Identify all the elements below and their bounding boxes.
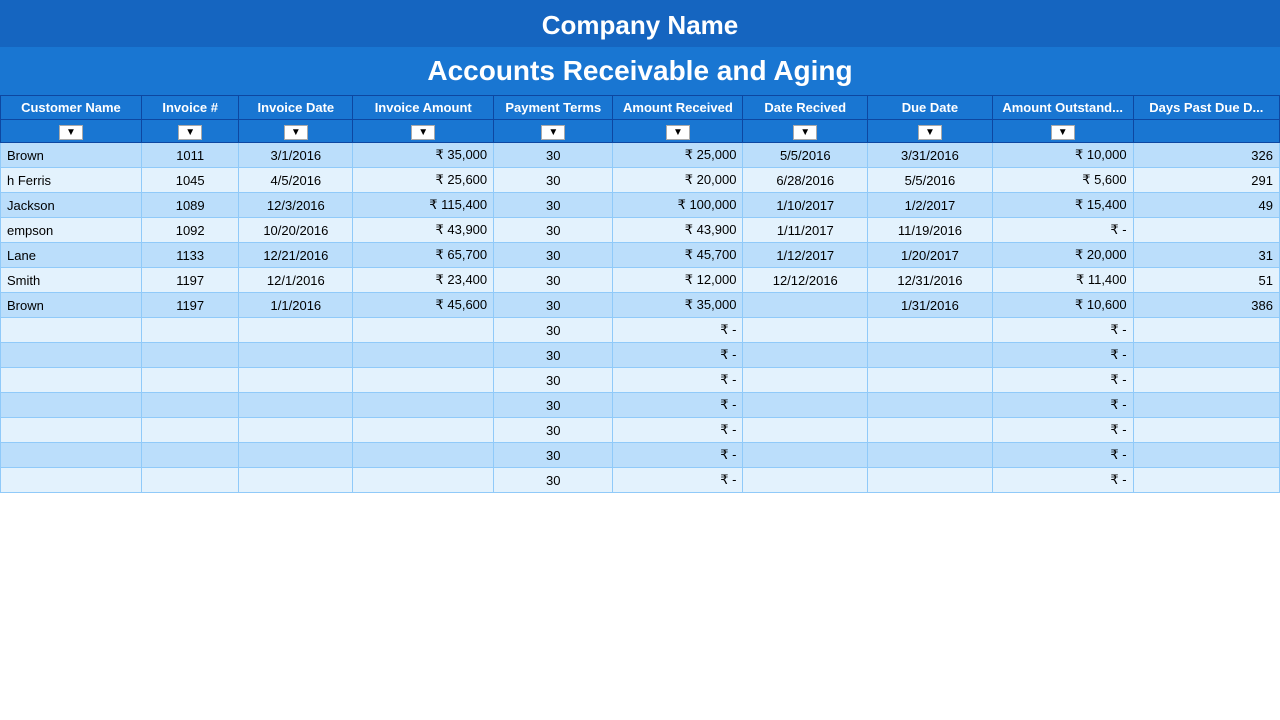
table-row: 30₹ -₹ -	[1, 318, 1280, 343]
table-row: h Ferris10454/5/2016₹ 25,60030₹ 20,0006/…	[1, 168, 1280, 193]
table-row: Brown10113/1/2016₹ 35,00030₹ 25,0005/5/2…	[1, 143, 1280, 168]
due-date-filter[interactable]: ▼	[918, 125, 942, 140]
col-invoice-amount-header: Invoice Amount	[353, 96, 494, 120]
invoice-num-filter[interactable]: ▼	[178, 125, 202, 140]
table-header-row: Customer Name Invoice # Invoice Date Inv…	[1, 96, 1280, 120]
table-row: 30₹ -₹ -	[1, 468, 1280, 493]
table-row: Smith119712/1/2016₹ 23,40030₹ 12,00012/1…	[1, 268, 1280, 293]
payment-terms-filter[interactable]: ▼	[541, 125, 565, 140]
table-row: 30₹ -₹ -	[1, 368, 1280, 393]
customer-filter[interactable]: ▼	[59, 125, 83, 140]
header-title: Accounts Receivable and Aging	[0, 47, 1280, 95]
invoice-date-filter[interactable]: ▼	[284, 125, 308, 140]
table-row: 30₹ -₹ -	[1, 393, 1280, 418]
table-row: Brown11971/1/2016₹ 45,60030₹ 35,0001/31/…	[1, 293, 1280, 318]
col-due-date-header: Due Date	[868, 96, 993, 120]
amount-received-filter[interactable]: ▼	[666, 125, 690, 140]
amount-outstanding-filter[interactable]: ▼	[1051, 125, 1075, 140]
col-date-received-header: Date Recived	[743, 96, 868, 120]
invoice-amount-filter[interactable]: ▼	[411, 125, 435, 140]
table-row: Lane113312/21/2016₹ 65,70030₹ 45,7001/12…	[1, 243, 1280, 268]
filter-row[interactable]: ▼ ▼ ▼ ▼ ▼ ▼ ▼ ▼ ▼	[1, 120, 1280, 143]
col-amount-outstanding-header: Amount Outstand...	[992, 96, 1133, 120]
col-days-past-due-header: Days Past Due D...	[1133, 96, 1279, 120]
col-amount-received-header: Amount Received	[613, 96, 743, 120]
col-customer-header: Customer Name	[1, 96, 142, 120]
col-payment-terms-header: Payment Terms	[494, 96, 613, 120]
table-row: 30₹ -₹ -	[1, 443, 1280, 468]
col-invoice-num-header: Invoice #	[141, 96, 239, 120]
table-row: 30₹ -₹ -	[1, 418, 1280, 443]
table-row: Jackson108912/3/2016₹ 115,40030₹ 100,000…	[1, 193, 1280, 218]
table-row: empson109210/20/2016₹ 43,90030₹ 43,9001/…	[1, 218, 1280, 243]
col-invoice-date-header: Invoice Date	[239, 96, 353, 120]
date-received-filter[interactable]: ▼	[793, 125, 817, 140]
table-row: 30₹ -₹ -	[1, 343, 1280, 368]
header-company: Company Name	[0, 0, 1280, 47]
